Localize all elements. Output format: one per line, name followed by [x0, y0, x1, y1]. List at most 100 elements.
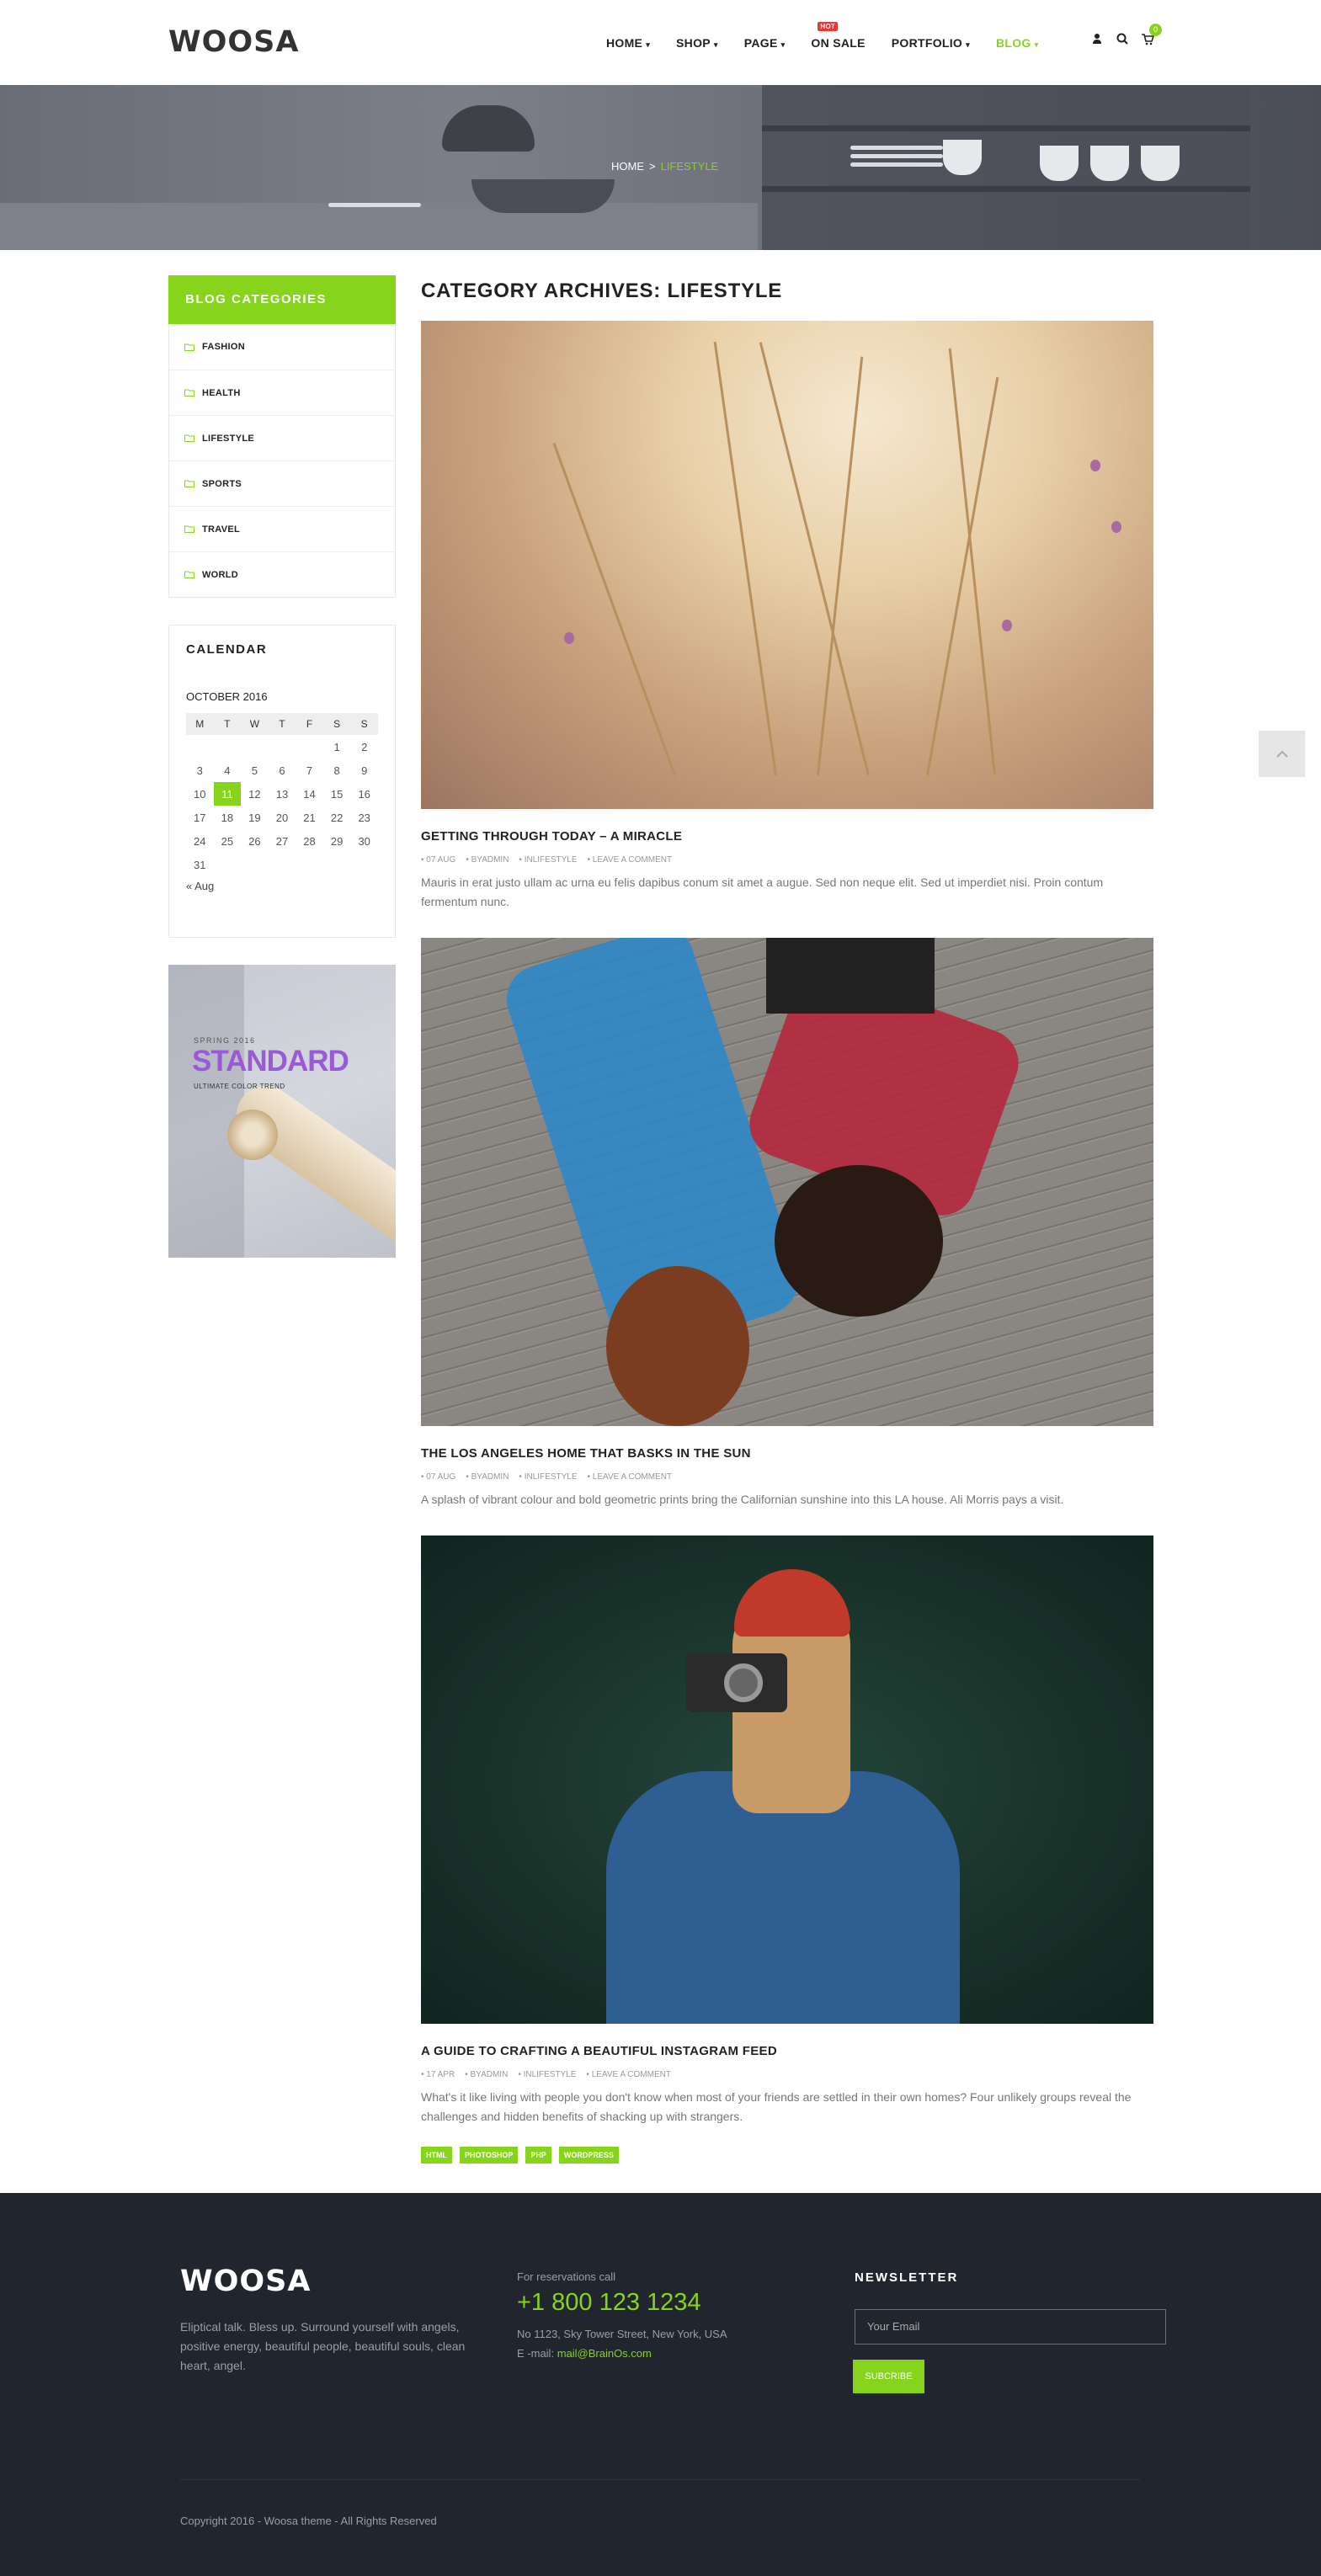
banner-cup	[1040, 146, 1079, 181]
post-comments-link[interactable]: LEAVE A COMMENT	[588, 1472, 672, 1482]
nav-shop[interactable]: SHOP ▾	[676, 36, 718, 50]
search-icon[interactable]	[1116, 32, 1129, 45]
newsletter-title: NEWSLETTER	[855, 2270, 959, 2285]
breadcrumb-home[interactable]: HOME	[611, 160, 644, 173]
figure-hair	[606, 1266, 749, 1426]
tag-html[interactable]: HTML	[421, 2147, 452, 2164]
calendar-day: 1	[333, 740, 340, 753]
promo-banner[interactable]: SPRING 2016 STANDARD ULTIMATE COLOR TREN…	[168, 965, 396, 1258]
banner-plate	[328, 203, 421, 207]
nav-home[interactable]: HOME ▾	[606, 36, 650, 50]
calendar-week: 10 11 12 13 14 15 16	[186, 782, 378, 806]
category-sports[interactable]: SPORTS	[169, 460, 395, 506]
main-content: CATEGORY ARCHIVES: LIFESTYLE GETTING THR…	[421, 275, 1153, 2164]
calendar-day: 21	[303, 811, 316, 824]
tag-wordpress[interactable]: WORDPRESS	[558, 2147, 619, 2164]
post-title[interactable]: A GUIDE TO CRAFTING A BEAUTIFUL INSTAGRA…	[421, 2044, 1153, 2058]
category-label: SPORTS	[202, 478, 242, 489]
calendar-month: OCTOBER 2016	[186, 690, 268, 703]
back-to-top-button[interactable]	[1259, 731, 1305, 777]
nav-blog-label: BLOG	[995, 35, 1031, 50]
tag-php[interactable]: PHP	[525, 2147, 551, 2164]
newsletter-email-input[interactable]: Your Email	[855, 2309, 1166, 2344]
post-comments-link[interactable]: LEAVE A COMMENT	[588, 855, 672, 865]
category-lifestyle[interactable]: LIFESTYLE	[169, 415, 395, 460]
nav-page[interactable]: PAGE ▾	[744, 36, 786, 50]
post-author[interactable]: BYADMIN	[465, 2070, 508, 2079]
banner-shelf-board	[762, 186, 1250, 192]
nav-portfolio-label: PORTFOLIO	[891, 35, 963, 50]
post-date: 17 APR	[421, 2070, 455, 2079]
calendar-day: 31	[194, 858, 206, 871]
post-image[interactable]	[421, 321, 1153, 809]
cart[interactable]: 0	[1141, 24, 1162, 45]
calendar-week: 24 25 26 27 28 29 30	[186, 829, 378, 853]
folder-icon	[184, 571, 194, 578]
weekday: T	[213, 713, 242, 735]
blog-post: GETTING THROUGH TODAY – A MIRACLE 07 AUG…	[421, 321, 1153, 912]
category-world[interactable]: WORLD	[169, 551, 395, 597]
calendar-day: 3	[196, 764, 203, 777]
post-comments-link[interactable]: LEAVE A COMMENT	[586, 2070, 671, 2079]
calendar-day: 10	[194, 787, 206, 801]
cart-count-badge: 0	[1149, 24, 1162, 36]
user-icon[interactable]	[1090, 32, 1104, 45]
site-logo[interactable]: WOOSA	[168, 25, 299, 59]
tag-photoshop[interactable]: PHOTOSHOP	[460, 2147, 519, 2164]
calendar-day	[350, 853, 378, 876]
promo-subtitle: ULTIMATE COLOR TREND	[194, 1083, 285, 1090]
nav-portfolio[interactable]: PORTFOLIO ▾	[892, 36, 970, 50]
weekday: S	[350, 713, 378, 735]
calendar-widget: CALENDAR OCTOBER 2016 M T W T F S S 1234…	[168, 625, 396, 938]
nav-blog[interactable]: BLOG ▾	[996, 36, 1038, 50]
figure-red-beanie	[734, 1569, 850, 1637]
calendar-prev-month-link[interactable]: « Aug	[186, 880, 378, 892]
footer-logo[interactable]: WOOSA	[180, 2265, 311, 2298]
nav-on-sale[interactable]: HOT ON SALE	[811, 21, 865, 50]
folder-icon	[184, 434, 194, 442]
category-travel[interactable]: TRAVEL	[169, 506, 395, 551]
weekday: M	[186, 713, 214, 735]
chevron-down-icon: ▾	[646, 40, 651, 49]
calendar-day: 20	[275, 811, 289, 824]
post-title[interactable]: GETTING THROUGH TODAY – A MIRACLE	[421, 829, 1153, 844]
flower	[1090, 460, 1100, 471]
site-header: WOOSA HOME ▾ SHOP ▾ PAGE ▾ HOT ON SALE PORTF…	[0, 0, 1321, 85]
calendar-day	[269, 853, 296, 876]
breadcrumb-current: LIFESTYLE	[660, 160, 719, 173]
promo-title: STANDARD	[192, 1045, 349, 1078]
footer-phone[interactable]: +1 800 123 1234	[517, 2289, 701, 2317]
calendar-day: 24	[194, 834, 206, 848]
subscribe-button[interactable]: SUBCRIBE	[853, 2360, 924, 2393]
post-date: 07 AUG	[421, 855, 455, 865]
email-link[interactable]: mail@BrainOs.com	[557, 2347, 652, 2360]
post-title[interactable]: THE LOS ANGELES HOME THAT BASKS IN THE S…	[421, 1446, 1153, 1461]
calendar-day	[323, 853, 351, 876]
category-label: TRAVEL	[202, 524, 240, 535]
category-fashion[interactable]: FASHION	[169, 324, 395, 370]
post-author[interactable]: BYADMIN	[466, 855, 509, 865]
figure-hair	[775, 1165, 943, 1317]
post-category[interactable]: INLIFESTYLE	[519, 1472, 578, 1482]
camera-lens	[724, 1663, 763, 1702]
category-health[interactable]: HEALTH	[169, 370, 395, 415]
flower	[1002, 620, 1012, 631]
footer-divider	[180, 2479, 1140, 2480]
post-author[interactable]: BYADMIN	[466, 1472, 509, 1482]
calendar-title: CALENDAR	[186, 642, 268, 657]
flower	[564, 632, 574, 644]
post-image[interactable]	[421, 938, 1153, 1426]
post-category[interactable]: INLIFESTYLE	[518, 2070, 577, 2079]
hot-badge: HOT	[818, 21, 839, 31]
figure-shorts	[766, 938, 935, 1014]
folder-icon	[184, 480, 194, 487]
chevron-down-icon: ▾	[780, 40, 786, 49]
calendar-day: 19	[248, 811, 261, 824]
post-category[interactable]: INLIFESTYLE	[519, 855, 578, 865]
banner-plate	[850, 162, 943, 167]
post-image[interactable]	[421, 1535, 1153, 2024]
calendar-day	[269, 735, 296, 758]
calendar-day	[241, 735, 269, 758]
category-label: FASHION	[202, 342, 245, 352]
sidebar: BLOG CATEGORIES FASHION HEALTH LIFESTYLE…	[168, 275, 396, 1258]
